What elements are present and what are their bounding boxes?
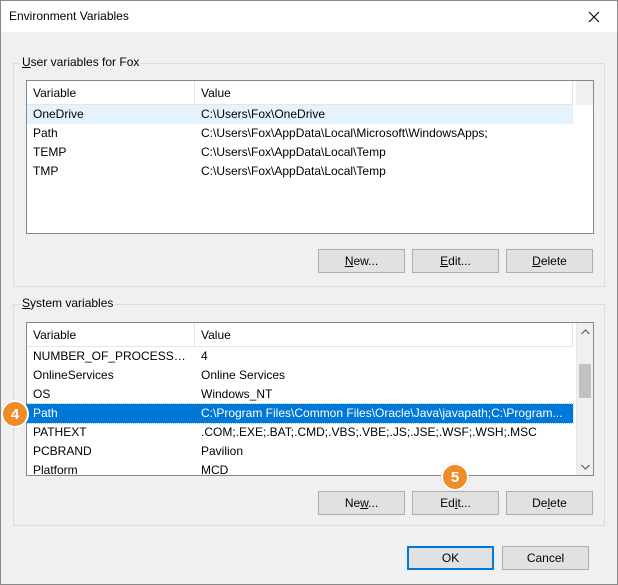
system-new-button[interactable]: New...: [318, 491, 405, 515]
step-4-badge: 4: [1, 400, 29, 428]
header-spacer: [576, 81, 593, 105]
variable-name: NUMBER_OF_PROCESSORS: [33, 349, 195, 363]
variable-value: C:\Users\Fox\AppData\Local\Microsoft\Win…: [201, 126, 488, 140]
environment-variables-dialog: Environment Variables User variables for…: [0, 0, 618, 585]
variable-name: OnlineServices: [33, 368, 114, 382]
close-icon: [588, 11, 600, 22]
system-list-header: Variable Value: [27, 323, 573, 347]
list-item[interactable]: Path C:\Users\Fox\AppData\Local\Microsof…: [27, 124, 573, 143]
chevron-up-icon: [581, 328, 590, 334]
system-variables-label: System variables: [20, 296, 116, 310]
scrollbar-thumb[interactable]: [579, 364, 591, 398]
column-header-variable[interactable]: Variable: [27, 323, 195, 347]
variable-name: TEMP: [33, 145, 67, 159]
column-header-value[interactable]: Value: [195, 81, 573, 105]
user-delete-button[interactable]: Delete: [506, 249, 593, 273]
user-variables-label: User variables for Fox: [20, 55, 142, 69]
variable-name: OS: [33, 387, 51, 401]
list-item[interactable]: TMP C:\Users\Fox\AppData\Local\Temp: [27, 162, 573, 181]
column-header-variable[interactable]: Variable: [27, 81, 195, 105]
variable-value: .COM;.EXE;.BAT;.CMD;.VBS;.VBE;.JS;.JSE;.…: [201, 425, 537, 439]
title-bar: Environment Variables: [1, 1, 617, 32]
vertical-scrollbar[interactable]: [576, 323, 593, 475]
list-item[interactable]: OnlineServices Online Services: [27, 366, 573, 385]
user-variables-list[interactable]: Variable Value OneDrive C:\Users\Fox\One…: [26, 80, 594, 234]
user-list-rows: OneDrive C:\Users\Fox\OneDrive Path C:\U…: [27, 105, 573, 181]
close-button[interactable]: [571, 1, 617, 32]
variable-name: OneDrive: [33, 107, 84, 121]
list-item[interactable]: Platform MCD: [27, 461, 573, 476]
system-delete-button[interactable]: Delete: [506, 491, 593, 515]
scroll-down-button[interactable]: [577, 458, 593, 475]
system-edit-button[interactable]: Edit...: [412, 491, 499, 515]
variable-name: Path: [33, 126, 58, 140]
list-item[interactable]: OneDrive C:\Users\Fox\OneDrive: [27, 105, 573, 124]
user-list-header: Variable Value: [27, 81, 573, 105]
variable-value: MCD: [201, 463, 229, 476]
user-edit-button[interactable]: Edit...: [412, 249, 499, 273]
variable-name: TMP: [33, 164, 59, 178]
step-5-badge: 5: [441, 463, 469, 491]
list-item-selected[interactable]: Path C:\Program Files\Common Files\Oracl…: [27, 403, 574, 424]
cancel-button[interactable]: Cancel: [502, 546, 589, 570]
column-header-value[interactable]: Value: [195, 323, 573, 347]
list-item[interactable]: OS Windows_NT: [27, 385, 573, 404]
system-variables-list[interactable]: Variable Value NUMBER_OF_PROCESSORS 4 On…: [26, 322, 594, 476]
ok-button[interactable]: OK: [407, 546, 494, 570]
user-new-button[interactable]: New...: [318, 249, 405, 273]
variable-value: C:\Users\Fox\OneDrive: [201, 107, 326, 121]
variable-name: Path: [33, 406, 58, 420]
variable-name: PCBRAND: [33, 444, 92, 458]
variable-value: Windows_NT: [201, 387, 273, 401]
system-list-rows: NUMBER_OF_PROCESSORS 4 OnlineServices On…: [27, 347, 574, 476]
window-title: Environment Variables: [9, 9, 129, 23]
variable-name: PATHEXT: [33, 425, 87, 439]
variable-value: C:\Program Files\Common Files\Oracle\Jav…: [201, 406, 563, 420]
variable-value: Pavilion: [201, 444, 244, 458]
chevron-down-icon: [581, 464, 590, 470]
list-item[interactable]: PCBRAND Pavilion: [27, 442, 573, 461]
variable-value: C:\Users\Fox\AppData\Local\Temp: [201, 164, 386, 178]
list-item[interactable]: NUMBER_OF_PROCESSORS 4: [27, 347, 573, 366]
variable-value: C:\Users\Fox\AppData\Local\Temp: [201, 145, 386, 159]
variable-value: Online Services: [201, 368, 286, 382]
list-item[interactable]: PATHEXT .COM;.EXE;.BAT;.CMD;.VBS;.VBE;.J…: [27, 423, 573, 442]
variable-value: 4: [201, 349, 208, 363]
scroll-up-button[interactable]: [577, 323, 593, 340]
list-item[interactable]: TEMP C:\Users\Fox\AppData\Local\Temp: [27, 143, 573, 162]
variable-name: Platform: [33, 463, 78, 476]
